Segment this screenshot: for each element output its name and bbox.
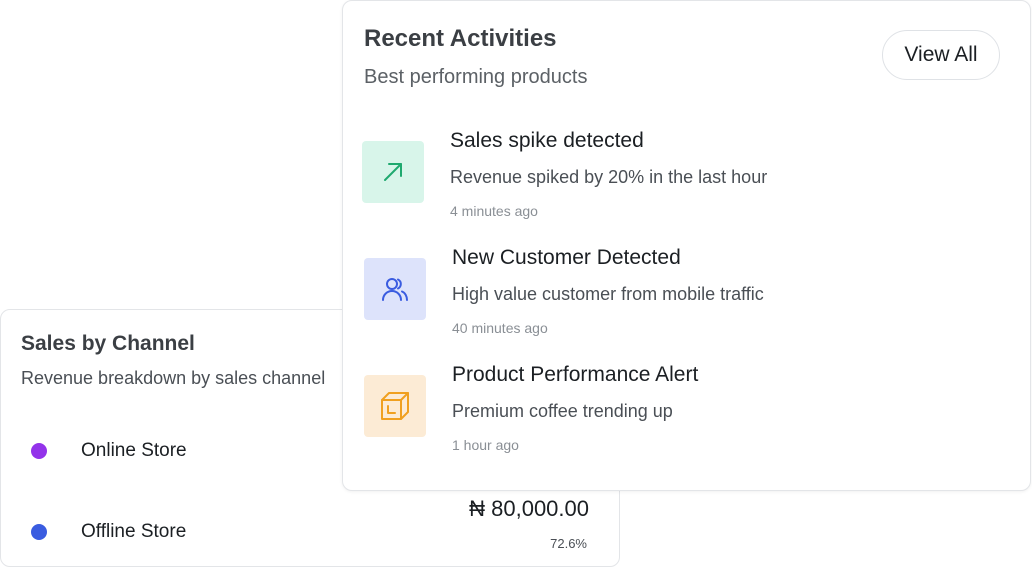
channel-name: Online Store <box>81 440 187 461</box>
activity-description: Premium coffee trending up <box>452 401 673 421</box>
channel-percent: 72.6% <box>550 536 587 551</box>
view-all-button[interactable]: View All <box>882 30 1000 80</box>
trending-up-arrow-icon <box>362 141 424 203</box>
channel-color-dot <box>31 443 47 459</box>
activity-item[interactable]: Product Performance Alert Premium coffee… <box>343 359 1030 459</box>
activity-title: Sales spike detected <box>450 129 644 152</box>
sales-card-subtitle: Revenue breakdown by sales channel <box>21 368 326 388</box>
activity-item[interactable]: New Customer Detected High value custome… <box>343 242 1030 342</box>
users-icon <box>364 258 426 320</box>
activity-time: 40 minutes ago <box>452 320 548 336</box>
channel-amount: ₦ 80,000.00 <box>469 496 589 521</box>
channel-name: Offline Store <box>81 521 187 542</box>
recent-activities-card: Recent Activities Best performing produc… <box>342 0 1031 491</box>
activity-item[interactable]: Sales spike detected Revenue spiked by 2… <box>343 125 1030 225</box>
activity-time: 4 minutes ago <box>450 203 538 219</box>
channel-color-dot <box>31 524 47 540</box>
activity-title: New Customer Detected <box>452 246 681 269</box>
activity-time: 1 hour ago <box>452 437 519 453</box>
activity-description: High value customer from mobile traffic <box>452 284 764 304</box>
activities-card-subtitle: Best performing products <box>364 66 588 88</box>
activities-card-title: Recent Activities <box>364 25 557 52</box>
activity-title: Product Performance Alert <box>452 363 699 386</box>
box-icon <box>364 375 426 437</box>
sales-card-title: Sales by Channel <box>21 332 195 355</box>
channel-row-offline-store: Offline Store ₦ 80,000.00 72.6% <box>1 496 619 552</box>
activity-description: Revenue spiked by 20% in the last hour <box>450 167 768 187</box>
